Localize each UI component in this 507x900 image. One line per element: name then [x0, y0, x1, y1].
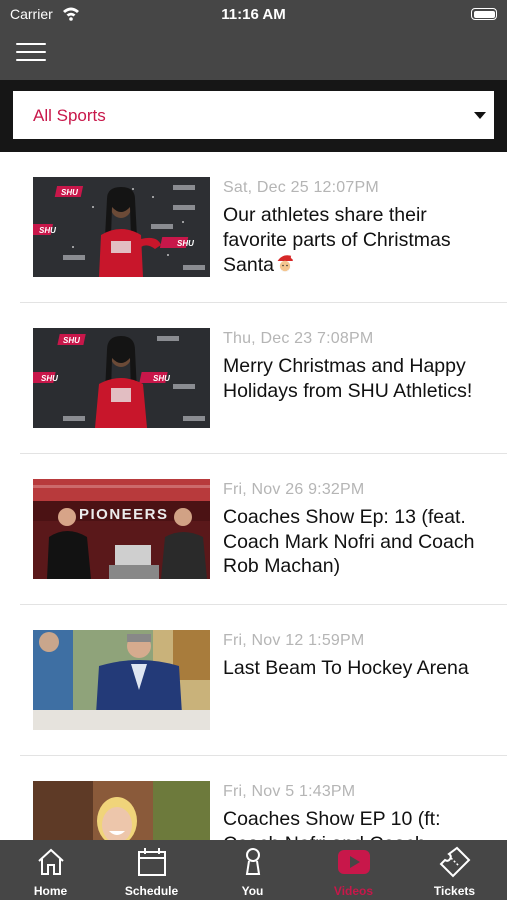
video-thumbnail: SHU SHU SHU — [33, 328, 210, 428]
sport-filter-select[interactable]: All Sports — [13, 91, 494, 139]
tab-home[interactable]: Home — [0, 840, 101, 900]
tab-schedule[interactable]: Schedule — [101, 840, 202, 900]
ticket-icon — [439, 846, 471, 878]
santa-emoji-icon — [275, 254, 296, 272]
tab-tickets[interactable]: Tickets — [404, 840, 505, 900]
video-thumbnail — [33, 781, 210, 840]
video-date: Fri, Nov 12 1:59PM — [223, 632, 365, 649]
video-feed[interactable]: SHU SHU SHU Sat, Dec 25 12:07PM Our athl… — [0, 152, 507, 840]
video-list-item[interactable]: Fri, Nov 5 1:43PM Coaches Show EP 10 (ft… — [20, 756, 507, 840]
video-thumbnail: PIONEERS — [33, 479, 210, 579]
calendar-icon — [138, 848, 166, 876]
video-list-item[interactable]: SHU SHU SHU Sat, Dec 25 12:07PM Our athl… — [20, 152, 507, 303]
video-title: Our athletes share their favorite parts … — [223, 204, 451, 276]
tab-label: You — [241, 884, 264, 898]
video-date: Thu, Dec 23 7:08PM — [223, 330, 374, 347]
video-title: Merry Christmas and Happy Holidays from … — [223, 355, 473, 402]
video-thumbnail — [33, 630, 210, 730]
menu-icon[interactable] — [16, 43, 46, 65]
svg-text:SHU: SHU — [177, 239, 194, 248]
nav-bar — [0, 30, 507, 80]
clock: 11:16 AM — [221, 6, 286, 23]
video-date: Fri, Nov 26 9:32PM — [223, 481, 365, 498]
home-icon — [38, 848, 64, 875]
video-title: Last Beam To Hockey Arena — [223, 657, 469, 679]
svg-text:SHU: SHU — [61, 188, 78, 197]
sport-filter-value: All Sports — [33, 106, 106, 125]
tab-bar: Home Schedule You Videos Tickets — [0, 840, 507, 900]
status-bar: Carrier 11:16 AM — [0, 0, 507, 30]
svg-text:PIONEERS: PIONEERS — [79, 506, 169, 523]
tab-label: Schedule — [124, 884, 179, 898]
svg-text:SHU: SHU — [39, 226, 56, 235]
person-icon — [245, 848, 261, 875]
video-date: Fri, Nov 5 1:43PM — [223, 783, 356, 800]
svg-text:SHU: SHU — [41, 374, 58, 383]
svg-text:SHU: SHU — [63, 336, 80, 345]
video-list-item[interactable]: Fri, Nov 12 1:59PM Last Beam To Hockey A… — [20, 605, 507, 756]
play-icon — [338, 850, 370, 874]
video-thumbnail: SHU SHU SHU — [33, 177, 210, 277]
tab-you[interactable]: You — [202, 840, 303, 900]
dropdown-caret-icon — [474, 112, 486, 119]
tab-label: Tickets — [433, 884, 476, 898]
filter-bar: All Sports — [0, 80, 507, 152]
svg-text:SHU: SHU — [153, 374, 170, 383]
video-date: Sat, Dec 25 12:07PM — [223, 179, 379, 196]
battery-icon — [471, 8, 497, 20]
video-list-item[interactable]: SHU SHU SHU Thu, Dec 23 7:08PM Merry Chr… — [20, 303, 507, 454]
tab-videos[interactable]: Videos — [303, 840, 404, 900]
tab-label: Home — [33, 884, 68, 898]
video-list-item[interactable]: PIONEERS Fri, Nov 26 9:32PM Coaches Show… — [20, 454, 507, 605]
video-title: Coaches Show EP 10 (ft: Coach Nofri and … — [223, 808, 441, 840]
video-title: Coaches Show Ep: 13 (feat. Coach Mark No… — [223, 506, 475, 577]
tab-label: Videos — [333, 884, 374, 898]
